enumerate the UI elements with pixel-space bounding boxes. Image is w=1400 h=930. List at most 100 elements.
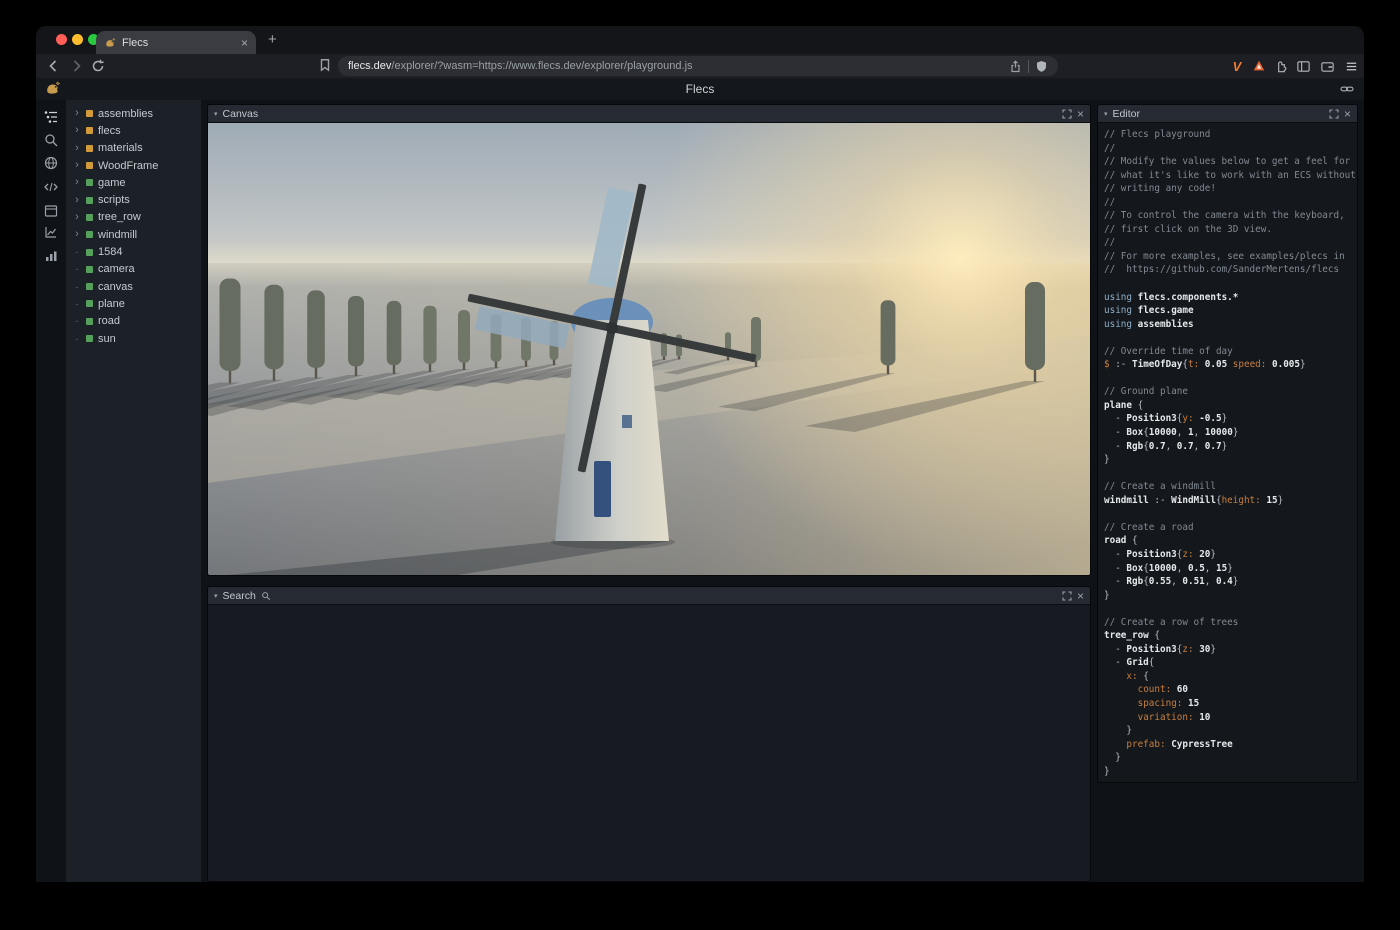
minimize-window-button[interactable] — [72, 34, 83, 45]
share-icon[interactable] — [1009, 60, 1022, 73]
expand-chevron-icon[interactable]: › — [73, 212, 81, 223]
collapse-chevron-icon[interactable]: ▾ — [214, 110, 218, 118]
code-line: using flecs.game — [1104, 304, 1357, 318]
close-panel-icon[interactable]: × — [1077, 108, 1084, 120]
new-tab-button[interactable]: + — [268, 31, 277, 48]
fullscreen-icon[interactable] — [1062, 591, 1072, 601]
world-icon[interactable] — [43, 155, 59, 171]
leaf-marker: - — [73, 264, 81, 274]
brave-vpn-icon[interactable]: V — [1228, 57, 1246, 75]
tree-item-canvas[interactable]: -canvas — [66, 278, 201, 295]
tree-item-scripts[interactable]: ›scripts — [66, 191, 201, 208]
tree-item-windmill[interactable]: ›windmill — [66, 226, 201, 243]
expand-chevron-icon[interactable]: › — [73, 195, 81, 206]
code-line — [1104, 331, 1357, 345]
query-search-icon[interactable] — [43, 132, 59, 148]
wallet-icon[interactable] — [1318, 57, 1336, 75]
expand-chevron-icon[interactable]: › — [73, 229, 81, 240]
leaf-marker: - — [73, 282, 81, 292]
editor-code[interactable]: // Flecs playground//// Modify the value… — [1098, 123, 1357, 783]
tree-item-road[interactable]: - road — [66, 313, 201, 330]
expand-chevron-icon[interactable]: › — [73, 108, 81, 119]
url-bar[interactable]: flecs.dev/explorer/?wasm=https://www.fle… — [338, 56, 1058, 76]
entity-color-icon — [86, 335, 93, 342]
leaf-marker: - — [73, 316, 81, 326]
explorer-content: ›assemblies›flecs›materials›WoodFrame›ga… — [36, 100, 1364, 882]
search-results-area — [208, 605, 1090, 882]
profiler-icon[interactable] — [43, 248, 59, 264]
share-link-icon[interactable] — [1340, 82, 1354, 96]
collapse-chevron-icon[interactable]: ▾ — [214, 592, 218, 600]
entity-color-icon — [86, 162, 93, 169]
tree-item-materials[interactable]: › materials — [66, 140, 201, 157]
code-line: $ :- TimeOfDay{t: 0.05 speed: 0.005} — [1104, 358, 1357, 372]
code-line: tree_row { — [1104, 629, 1357, 643]
close-panel-icon[interactable]: × — [1077, 590, 1084, 602]
brave-rewards-icon[interactable] — [1250, 57, 1268, 75]
inspector-icon[interactable] — [43, 203, 59, 219]
tree-item-1584[interactable]: -1584 — [66, 243, 201, 260]
entity-tree-icon[interactable] — [43, 109, 59, 125]
tree-item-plane[interactable]: -plane — [66, 295, 201, 312]
code-line: // what it's like to work with an ECS wi… — [1104, 169, 1357, 183]
fullscreen-icon[interactable] — [1329, 109, 1339, 119]
leaf-marker: - — [73, 247, 81, 257]
code-line: // To control the camera with the keyboa… — [1104, 209, 1357, 223]
code-line: // Flecs playground — [1104, 128, 1357, 142]
code-line: count: 60 — [1104, 683, 1357, 697]
entity-label: plane — [98, 298, 125, 310]
leaf-marker: - — [73, 334, 81, 344]
entity-label: sun — [98, 333, 116, 345]
code-line — [1104, 507, 1357, 521]
canvas-panel-title: Canvas — [223, 108, 259, 120]
back-button[interactable] — [46, 58, 62, 74]
entity-label: road — [98, 315, 120, 327]
tree-item-WoodFrame[interactable]: ›WoodFrame — [66, 157, 201, 174]
close-panel-icon[interactable]: × — [1344, 108, 1351, 120]
url-domain: flecs.dev — [348, 60, 391, 72]
code-line: spacing: 15 — [1104, 697, 1357, 711]
shields-icon[interactable] — [1035, 60, 1048, 73]
stats-chart-icon[interactable] — [43, 224, 59, 240]
script-code-icon[interactable] — [43, 179, 59, 195]
expand-chevron-icon[interactable]: › — [73, 143, 81, 154]
code-line: // Create a windmill — [1104, 480, 1357, 494]
entity-color-icon — [86, 283, 93, 290]
code-line: // first click on the 3D view. — [1104, 223, 1357, 237]
expand-chevron-icon[interactable]: › — [73, 177, 81, 188]
tree-item-tree_row[interactable]: ›tree_row — [66, 209, 201, 226]
fullscreen-icon[interactable] — [1062, 109, 1072, 119]
canvas-3d-view[interactable] — [208, 123, 1090, 575]
code-line — [1104, 277, 1357, 291]
tree-item-assemblies[interactable]: ›assemblies — [66, 105, 201, 122]
code-line: // Override time of day — [1104, 345, 1357, 359]
tree-item-camera[interactable]: -camera — [66, 261, 201, 278]
page-title: Flecs — [36, 82, 1364, 96]
code-line: plane { — [1104, 399, 1357, 413]
sidebar-toggle-icon[interactable] — [1294, 57, 1312, 75]
menu-icon[interactable] — [1342, 57, 1360, 75]
collapse-chevron-icon[interactable]: ▾ — [1104, 110, 1108, 118]
left-icon-bar — [36, 100, 66, 882]
code-line: } — [1104, 765, 1357, 779]
tree-item-sun[interactable]: - sun — [66, 330, 201, 347]
app-header: Flecs — [36, 78, 1364, 100]
browser-tab[interactable]: Flecs × — [96, 31, 256, 54]
extensions-icon[interactable] — [1272, 57, 1290, 75]
tree-item-flecs[interactable]: ›flecs — [66, 122, 201, 139]
expand-chevron-icon[interactable]: › — [73, 125, 81, 136]
tab-close-icon[interactable]: × — [241, 37, 248, 49]
code-line: // For more examples, see examples/plecs… — [1104, 250, 1357, 264]
close-window-button[interactable] — [56, 34, 67, 45]
code-line — [1104, 372, 1357, 386]
entity-tree: ›assemblies›flecs›materials›WoodFrame›ga… — [66, 100, 201, 882]
code-line: road { — [1104, 534, 1357, 548]
code-line — [1104, 467, 1357, 481]
tree-item-game[interactable]: ›game — [66, 174, 201, 191]
entity-label: materials — [98, 142, 143, 154]
expand-chevron-icon[interactable]: › — [73, 160, 81, 171]
forward-button[interactable] — [68, 58, 84, 74]
code-line: - Rgb{0.55, 0.51, 0.4} — [1104, 575, 1357, 589]
bookmarks-panel-icon[interactable] — [318, 58, 334, 74]
reload-button[interactable] — [90, 58, 106, 74]
